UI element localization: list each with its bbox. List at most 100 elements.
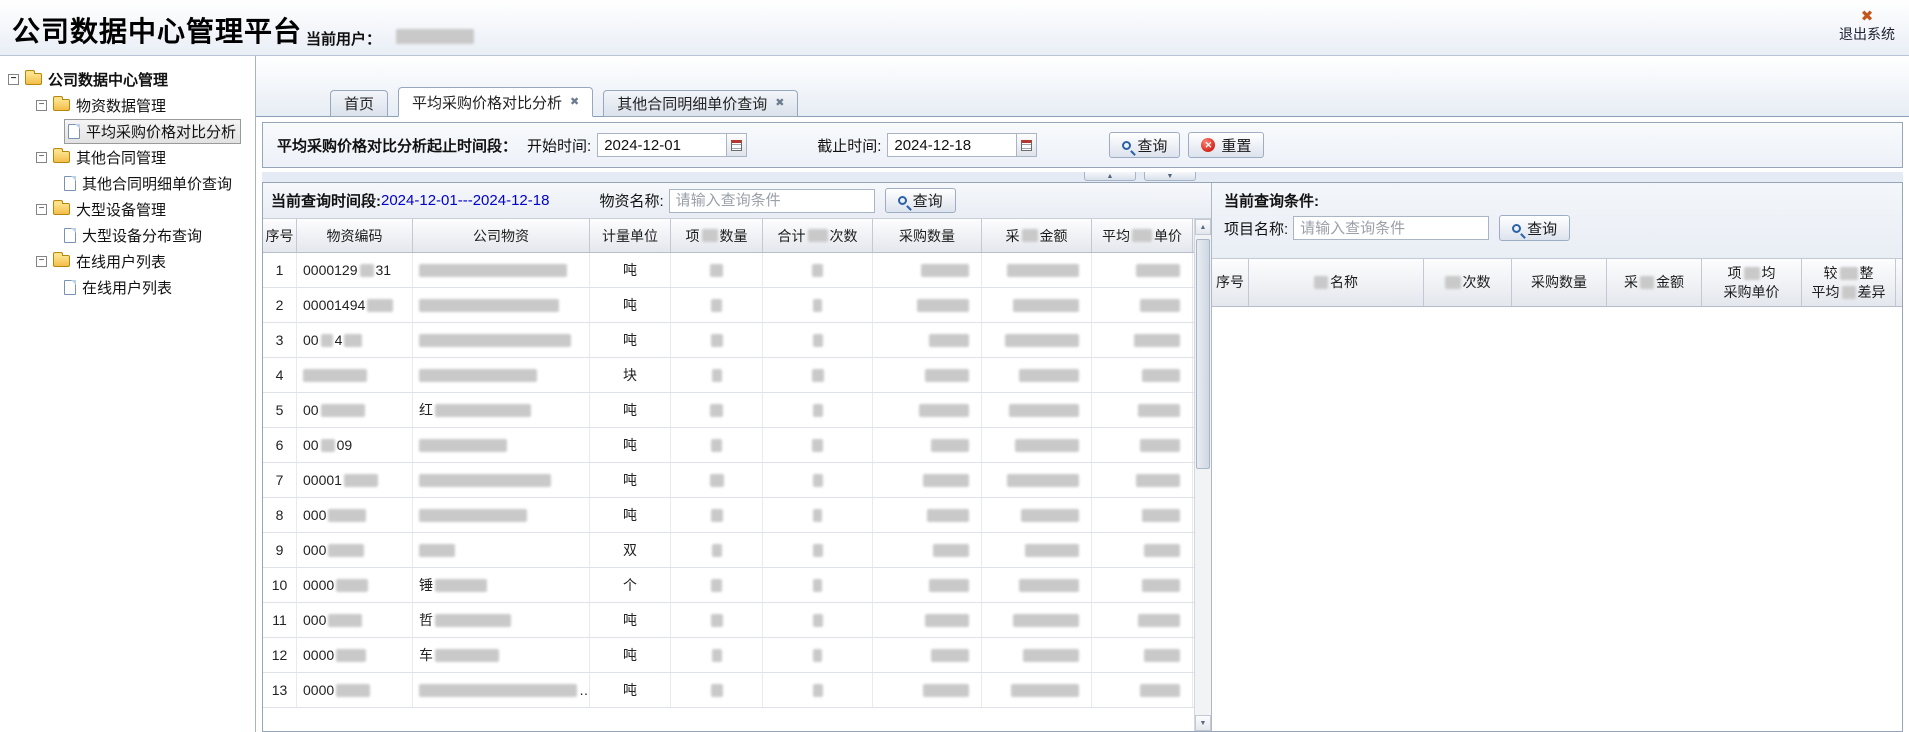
scroll-down-button[interactable]: ▼ <box>1195 715 1211 731</box>
table-row[interactable]: 120000车吨 <box>263 638 1211 673</box>
redacted-text <box>435 614 511 627</box>
end-date-calendar-button[interactable] <box>1016 134 1036 156</box>
redacted-text <box>419 334 571 347</box>
scrollbar-thumb[interactable] <box>1196 239 1210 469</box>
table-cell <box>873 323 982 357</box>
cell-text: 物资编码 <box>327 226 383 246</box>
form-search-button[interactable]: 查询 <box>1109 132 1180 158</box>
cell-text: 吨 <box>623 470 637 490</box>
project-search-button[interactable]: 查询 <box>1499 215 1570 241</box>
table-row[interactable]: 3004吨 <box>263 323 1211 358</box>
project-grid-panel: 当前查询条件: 项目名称: 查询 序号名称次数采购数量采金额项均采购单价较整平均… <box>1212 183 1902 731</box>
column-header[interactable]: 采购数量 <box>1512 259 1607 306</box>
redacted-text <box>1138 614 1180 627</box>
redacted-text <box>1640 276 1654 289</box>
redacted-text <box>1022 229 1038 242</box>
redacted-text <box>812 439 823 452</box>
table-row[interactable]: 700001吨 <box>263 463 1211 498</box>
tab-其他合同明细单价查询[interactable]: 其他合同明细单价查询✖ <box>603 90 798 117</box>
tab-bar: 首页平均采购价格对比分析✖ 其他合同明细单价查询✖ <box>330 87 798 117</box>
tree-node-大型设备管理[interactable]: −大型设备管理 <box>0 196 255 222</box>
column-header[interactable]: 公司物资 <box>413 219 590 252</box>
column-header[interactable]: 较整平均差异 <box>1802 259 1896 306</box>
collapse-up-button[interactable]: ▲ <box>1084 172 1136 181</box>
start-date-input[interactable] <box>598 137 726 154</box>
column-header[interactable]: 合计次数 <box>763 219 873 252</box>
query-form-panel: 平均采购价格对比分析起止时间段： 开始时间: 截止时间: 查询 ✕ 重置 <box>262 122 1903 168</box>
expander-icon[interactable]: − <box>8 74 19 85</box>
redacted-text <box>367 299 393 312</box>
expander-icon[interactable]: − <box>36 256 47 267</box>
column-header[interactable]: 名称 <box>1249 259 1424 306</box>
project-search-input[interactable] <box>1293 216 1489 240</box>
tab-close-icon[interactable]: ✖ <box>775 98 784 109</box>
table-row[interactable]: 100000锤个 <box>263 568 1211 603</box>
search-icon <box>1122 141 1131 150</box>
material-name-label: 物资名称: <box>599 190 663 211</box>
tree-node-在线用户列表[interactable]: 在线用户列表 <box>0 274 255 300</box>
table-row[interactable]: 11000哲吨 <box>263 603 1211 638</box>
logout-x-icon[interactable]: ✖ <box>1839 9 1895 25</box>
cell-text: 名称 <box>1330 273 1358 292</box>
column-header[interactable]: 采购数量 <box>873 219 982 252</box>
expander-icon[interactable]: − <box>36 204 47 215</box>
tree-node-其他合同明细单价查询[interactable]: 其他合同明细单价查询 <box>0 170 255 196</box>
redacted-text <box>1132 229 1152 242</box>
table-row[interactable]: 500红吨 <box>263 393 1211 428</box>
redacted-text <box>1134 334 1180 347</box>
table-cell <box>671 253 763 287</box>
redacted-text <box>711 439 722 452</box>
tree-node-物资数据管理[interactable]: −物资数据管理 <box>0 92 255 118</box>
column-header[interactable]: 平均单价 <box>1092 219 1193 252</box>
collapse-down-button[interactable]: ▼ <box>1144 172 1196 181</box>
column-header[interactable]: 序号 <box>1212 259 1249 306</box>
logout-label[interactable]: 退出系统 <box>1839 26 1895 42</box>
column-header[interactable]: 采金额 <box>982 219 1092 252</box>
tree-node-公司数据中心管理[interactable]: −公司数据中心管理 <box>0 66 255 92</box>
table-row[interactable]: 8000吨 <box>263 498 1211 533</box>
tree-node-其他合同管理[interactable]: −其他合同管理 <box>0 144 255 170</box>
material-search-input[interactable] <box>669 189 875 213</box>
cell-text: 数量 <box>720 226 748 246</box>
query-range-value: 2024-12-01---2024-12-18 <box>381 192 549 209</box>
table-row[interactable]: 60009吨 <box>263 428 1211 463</box>
tab-平均采购价格对比分析[interactable]: 平均采购价格对比分析✖ <box>398 87 593 117</box>
table-row[interactable]: 200001494吨 <box>263 288 1211 323</box>
start-date-calendar-button[interactable] <box>726 134 746 156</box>
table-row[interactable]: 130000…吨 <box>263 673 1211 708</box>
redacted-text <box>712 649 722 662</box>
column-header[interactable]: 项数量 <box>671 219 763 252</box>
material-search-button[interactable]: 查询 <box>885 188 956 213</box>
column-header[interactable]: 采金额 <box>1607 259 1702 306</box>
end-date-input[interactable] <box>888 137 1016 154</box>
tree-node-在线用户列表[interactable]: −在线用户列表 <box>0 248 255 274</box>
redacted-text <box>328 544 364 557</box>
reset-icon: ✕ <box>1201 138 1215 152</box>
form-reset-button[interactable]: ✕ 重置 <box>1188 132 1264 158</box>
table-row[interactable]: 1000012931吨 <box>263 253 1211 288</box>
cell-text: 采 <box>1624 273 1638 292</box>
scroll-up-button[interactable]: ▲ <box>1195 219 1211 235</box>
header-line: 次数 <box>1445 273 1491 292</box>
expander-icon[interactable]: − <box>36 100 47 111</box>
expander-icon[interactable]: − <box>36 152 47 163</box>
column-header[interactable]: 次数 <box>1424 259 1512 306</box>
logout-button[interactable]: ✖ 退出系统 <box>1839 9 1895 43</box>
column-header[interactable]: 物资编码 <box>297 219 413 252</box>
tree-node-平均采购价格对比分析[interactable]: 平均采购价格对比分析 <box>0 118 255 144</box>
vertical-scrollbar[interactable]: ▲ ▼ <box>1194 219 1211 731</box>
column-header[interactable]: 序号 <box>263 219 297 252</box>
tree-node-label: 大型设备分布查询 <box>82 225 202 246</box>
table-cell <box>297 358 413 392</box>
panel-splitter[interactable]: ▲ ▼ <box>262 172 1903 182</box>
redacted-text <box>1013 299 1079 312</box>
table-row[interactable]: 9000双 <box>263 533 1211 568</box>
tab-首页[interactable]: 首页 <box>330 90 388 117</box>
tab-close-icon[interactable]: ✖ <box>570 97 579 108</box>
tree-node-大型设备分布查询[interactable]: 大型设备分布查询 <box>0 222 255 248</box>
column-header[interactable]: 项均采购单价 <box>1702 259 1802 306</box>
table-row[interactable]: 4块 <box>263 358 1211 393</box>
table-cell: 吨 <box>590 393 671 427</box>
selected-tree-node[interactable]: 平均采购价格对比分析 <box>64 119 241 144</box>
column-header[interactable]: 计量单位 <box>590 219 671 252</box>
